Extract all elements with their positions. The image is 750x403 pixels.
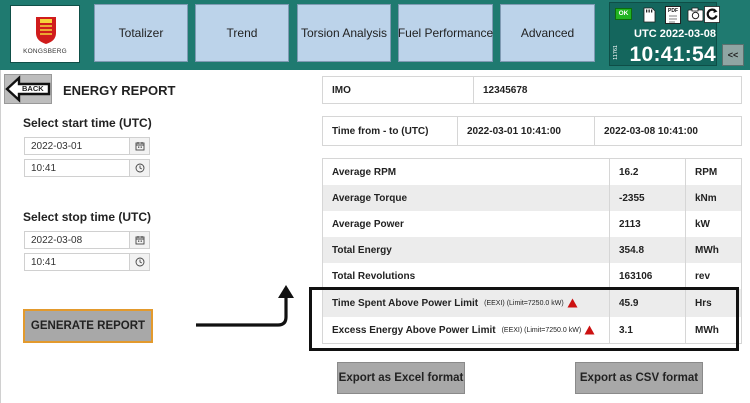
export-csv-button[interactable]: Export as CSV format xyxy=(575,362,703,394)
stat-label: Average RPM xyxy=(323,159,610,185)
collapse-button[interactable]: << xyxy=(722,44,744,66)
stat-unit: kNm xyxy=(695,192,717,204)
calendar-icon[interactable] xyxy=(129,138,149,154)
table-row: Average Power 2113 kW xyxy=(323,211,741,237)
time-range-label: Time from - to (UTC) xyxy=(323,117,458,145)
imo-value: 12345678 xyxy=(483,84,528,96)
stat-value: -2355 xyxy=(610,185,686,211)
utc-date: UTC 2022-03-08 xyxy=(634,28,716,40)
camera-icon[interactable] xyxy=(687,7,704,23)
table-row: Average RPM 16.2 RPM xyxy=(323,159,741,185)
stat-value: 2113 xyxy=(610,211,686,237)
export-excel-button[interactable]: Export as Excel format xyxy=(337,362,465,394)
status-panel: OK PDF UTC 2022-03-08 11761 10:41:54 xyxy=(609,2,720,66)
stop-date-value: 2022-03-08 xyxy=(31,234,83,246)
stat-value: 16.2 xyxy=(610,159,686,185)
imo-label: IMO xyxy=(323,77,474,103)
table-row: Total Revolutions 163106 rev xyxy=(323,263,741,289)
stop-time-label: Select stop time (UTC) xyxy=(23,210,152,224)
nav-fuel-performance-button[interactable]: Fuel Performance xyxy=(398,4,493,62)
clock-icon[interactable] xyxy=(129,160,149,176)
stop-date-field[interactable]: 2022-03-08 xyxy=(24,231,150,249)
left-border xyxy=(0,70,1,403)
logo-text: KONGSBERG xyxy=(23,48,67,55)
stat-label: Total Energy xyxy=(323,237,610,263)
pdf-icon[interactable]: PDF xyxy=(665,6,681,24)
time-range-table: Time from - to (UTC) 2022-03-01 10:41:00… xyxy=(322,116,742,146)
kongsberg-logo: KONGSBERG xyxy=(10,5,80,63)
stat-label: Average Torque xyxy=(323,185,610,211)
crest-icon xyxy=(36,17,56,44)
stat-label: Average Power xyxy=(323,211,610,237)
table-row: Average Torque -2355 kNm xyxy=(323,185,741,211)
ok-status-badge: OK xyxy=(615,8,632,20)
nav-totalizer-button[interactable]: Totalizer xyxy=(94,4,188,62)
generate-report-button[interactable]: GENERATE REPORT xyxy=(23,309,153,343)
stop-time-field[interactable]: 10:41 xyxy=(24,253,150,271)
nav-trend-button[interactable]: Trend xyxy=(195,4,289,62)
nav-advanced-button[interactable]: Advanced xyxy=(500,4,595,62)
imo-row: IMO 12345678 xyxy=(323,77,741,103)
back-button[interactable]: BACK xyxy=(4,74,52,104)
stat-label: Total Revolutions xyxy=(323,263,610,289)
refresh-icon[interactable] xyxy=(704,6,720,23)
page-title: ENERGY REPORT xyxy=(63,83,176,98)
stat-unit: RPM xyxy=(695,166,718,178)
start-date-field[interactable]: 2022-03-01 xyxy=(24,137,150,155)
start-date-value: 2022-03-01 xyxy=(31,140,83,152)
stop-time-value: 10:41 xyxy=(31,256,57,268)
time-from-value: 2022-03-01 10:41:00 xyxy=(458,117,595,145)
clock-icon[interactable] xyxy=(129,254,149,270)
calendar-icon[interactable] xyxy=(129,232,149,248)
stat-unit: rev xyxy=(695,270,711,282)
stat-value: 354.8 xyxy=(610,237,686,263)
sd-card-icon[interactable] xyxy=(641,7,657,23)
nav-torsion-analysis-button[interactable]: Torsion Analysis xyxy=(297,4,391,62)
top-header: KONGSBERG Totalizer Trend Torsion Analys… xyxy=(0,0,750,70)
highlight-box xyxy=(309,287,739,351)
stat-value: 163106 xyxy=(610,263,686,289)
time-to-value: 2022-03-08 10:41:00 xyxy=(604,125,698,137)
time-range-row: Time from - to (UTC) 2022-03-01 10:41:00… xyxy=(323,117,741,145)
table-row: Total Energy 354.8 MWh xyxy=(323,237,741,263)
start-time-field[interactable]: 10:41 xyxy=(24,159,150,177)
start-time-value: 10:41 xyxy=(31,162,57,174)
utc-time: 10:41:54 xyxy=(629,43,716,66)
start-time-label: Select start time (UTC) xyxy=(23,116,152,130)
stat-unit: kW xyxy=(695,218,710,230)
back-label: BACK xyxy=(22,84,44,93)
stat-unit: MWh xyxy=(695,244,719,256)
imo-table: IMO 12345678 xyxy=(322,76,742,104)
annotation-arrow-icon xyxy=(196,285,294,327)
